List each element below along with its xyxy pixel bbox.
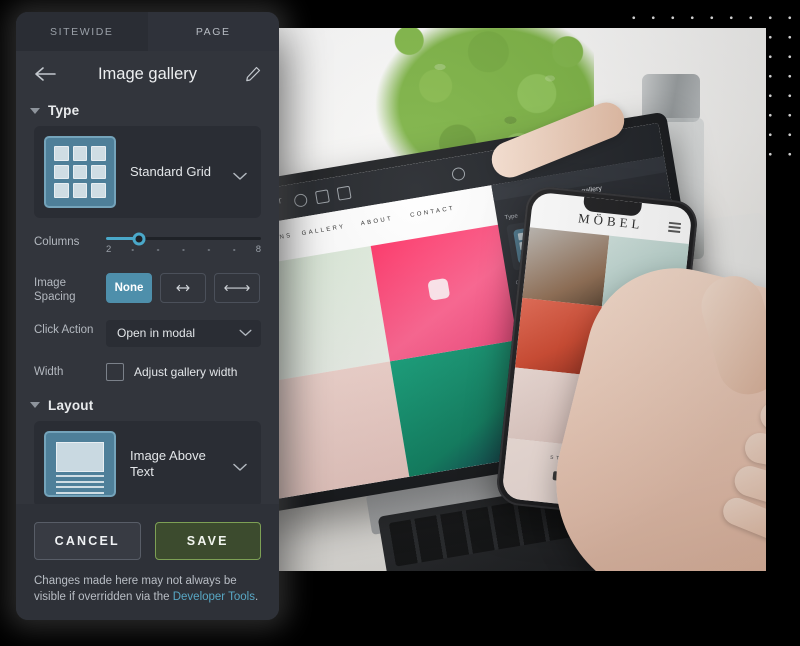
columns-slider[interactable]: 2 8: [106, 232, 261, 258]
slider-ticks: 2 8: [106, 244, 261, 258]
workspace-photo: CEREAL TRAVEL CEREAL CONTENT: [266, 28, 766, 571]
nav-about[interactable]: ABOUT: [360, 216, 393, 227]
type-value: Standard Grid: [130, 164, 211, 180]
nav-contact[interactable]: CONTACT: [410, 206, 456, 219]
section-header-type[interactable]: Type: [16, 97, 279, 126]
finger: [719, 493, 766, 549]
adjust-gallery-width-label: Adjust gallery width: [134, 364, 238, 379]
image-spacing-options: None: [106, 273, 260, 303]
developer-tools-link[interactable]: Developer Tools: [173, 591, 255, 603]
columns-label: Columns: [34, 236, 80, 248]
phone-gallery-cell: [522, 227, 610, 306]
slider-tick-dots: [120, 249, 247, 251]
image-gallery-settings-panel: SITEWIDE PAGE Image gallery Type Standar…: [16, 12, 279, 620]
footer-note: Changes made here may not always be visi…: [34, 573, 261, 606]
image-above-text-thumbnail: [44, 430, 116, 497]
click-action-label: Click Action: [34, 323, 94, 336]
thumb: [694, 268, 766, 402]
arrow-left-icon[interactable]: [34, 66, 56, 82]
width-row: Width Adjust gallery width: [34, 362, 261, 381]
click-action-select[interactable]: Open in modal: [106, 319, 261, 347]
hamburger-menu-icon[interactable]: [668, 221, 682, 233]
pencil-icon[interactable]: [245, 66, 261, 82]
spacing-option-small[interactable]: [160, 273, 206, 303]
crop-icon: [336, 185, 352, 201]
laptop-panel-section-type: Type: [504, 213, 519, 222]
arrow-short-icon: [176, 284, 190, 292]
tab-sitewide[interactable]: SITEWIDE: [16, 12, 148, 51]
spacing-option-none[interactable]: None: [106, 273, 152, 303]
screenshot-root: CEREAL TRAVEL CEREAL CONTENT: [0, 0, 800, 646]
panel-tabs: SITEWIDE PAGE: [16, 12, 279, 51]
tab-page[interactable]: PAGE: [148, 12, 280, 51]
click-action-value: Open in modal: [117, 326, 196, 341]
chevron-down-icon[interactable]: [233, 168, 247, 180]
section-header-layout[interactable]: Layout: [16, 396, 279, 421]
gallery-cell: [266, 361, 409, 502]
standard-grid-thumbnail: [44, 136, 116, 208]
caret-down-icon: [30, 107, 40, 114]
section-title-layout: Layout: [48, 397, 94, 413]
footer-note-suffix: .: [254, 591, 259, 604]
type-controls: Columns 2 8 Image Spacing None Click Act…: [16, 218, 279, 381]
gear-icon: [293, 192, 309, 208]
chevron-down-icon[interactable]: [233, 459, 247, 471]
slider-max-label: 8: [255, 244, 261, 255]
image-icon: [314, 189, 330, 205]
adjust-gallery-width-checkbox[interactable]: [106, 362, 124, 381]
spacing-option-large[interactable]: [214, 273, 260, 303]
width-label: Width: [34, 365, 64, 378]
type-selector-card[interactable]: Standard Grid: [34, 126, 261, 218]
caret-down-icon: [30, 402, 40, 409]
section-title-type: Type: [48, 103, 80, 118]
slider-min-label: 2: [106, 244, 112, 255]
panel-header: Image gallery: [16, 51, 279, 97]
footer-buttons: CANCEL SAVE: [34, 521, 261, 560]
columns-row: Columns 2 8: [34, 232, 261, 258]
page-title: Image gallery: [97, 64, 198, 83]
slider-track[interactable]: [106, 232, 261, 245]
click-action-row: Click Action Open in modal: [34, 319, 261, 347]
layout-selector-card[interactable]: Image Above Text: [34, 420, 261, 507]
cancel-button[interactable]: CANCEL: [34, 521, 141, 560]
chevron-down-icon: [239, 326, 252, 340]
layout-value: Image Above Text: [130, 447, 206, 479]
image-spacing-label: Image Spacing: [34, 277, 76, 304]
eye-icon: [451, 166, 467, 182]
save-button[interactable]: SAVE: [154, 521, 261, 560]
image-spacing-row: Image Spacing None: [34, 273, 261, 305]
arrow-long-icon: [224, 285, 250, 291]
nav-gallery[interactable]: GALLERY: [301, 224, 346, 237]
adjust-gallery-width-control[interactable]: Adjust gallery width: [106, 362, 237, 381]
panel-footer: CANCEL SAVE Changes made here may not al…: [16, 503, 279, 620]
